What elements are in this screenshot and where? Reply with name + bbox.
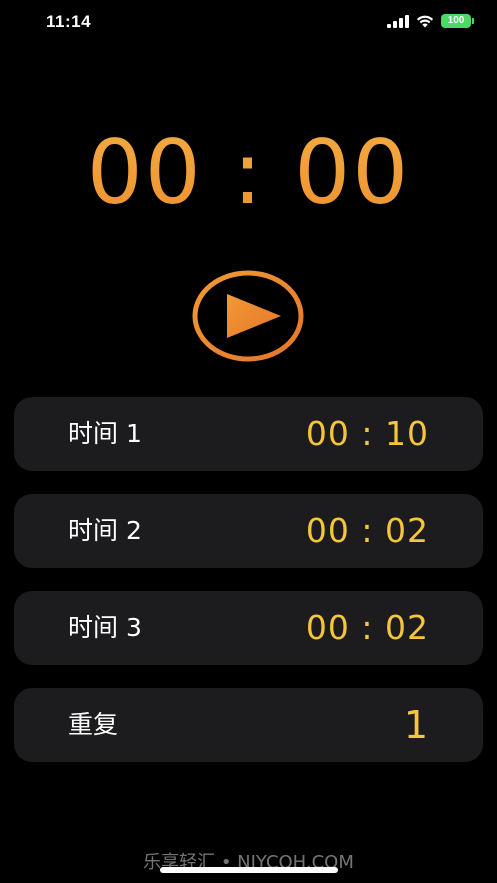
row-label-time-2: 时间 2 — [68, 516, 142, 545]
cellular-signal-icon — [387, 14, 409, 28]
battery-indicator: 100 — [441, 14, 474, 28]
row-label-time-1: 时间 1 — [68, 419, 142, 448]
play-icon — [192, 270, 304, 362]
row-label-time-3: 时间 3 — [68, 613, 142, 642]
status-indicators: 100 — [387, 14, 474, 28]
play-button[interactable] — [192, 270, 304, 362]
row-time-3[interactable]: 时间 3 00 : 02 — [14, 591, 483, 665]
timer-display: 00 : 00 — [0, 128, 497, 218]
row-time-2[interactable]: 时间 2 00 : 02 — [14, 494, 483, 568]
row-value-repeat: 1 — [403, 703, 429, 747]
status-bar: 11:14 100 — [0, 0, 497, 44]
row-time-1[interactable]: 时间 1 00 : 10 — [14, 397, 483, 471]
row-repeat[interactable]: 重复 1 — [14, 688, 483, 762]
row-value-time-2: 00 : 02 — [305, 511, 429, 550]
home-indicator[interactable] — [160, 867, 338, 873]
wifi-icon — [416, 15, 434, 27]
row-value-time-3: 00 : 02 — [305, 608, 429, 647]
status-time: 11:14 — [46, 12, 92, 31]
row-value-time-1: 00 : 10 — [305, 414, 429, 453]
row-label-repeat: 重复 — [68, 710, 119, 739]
